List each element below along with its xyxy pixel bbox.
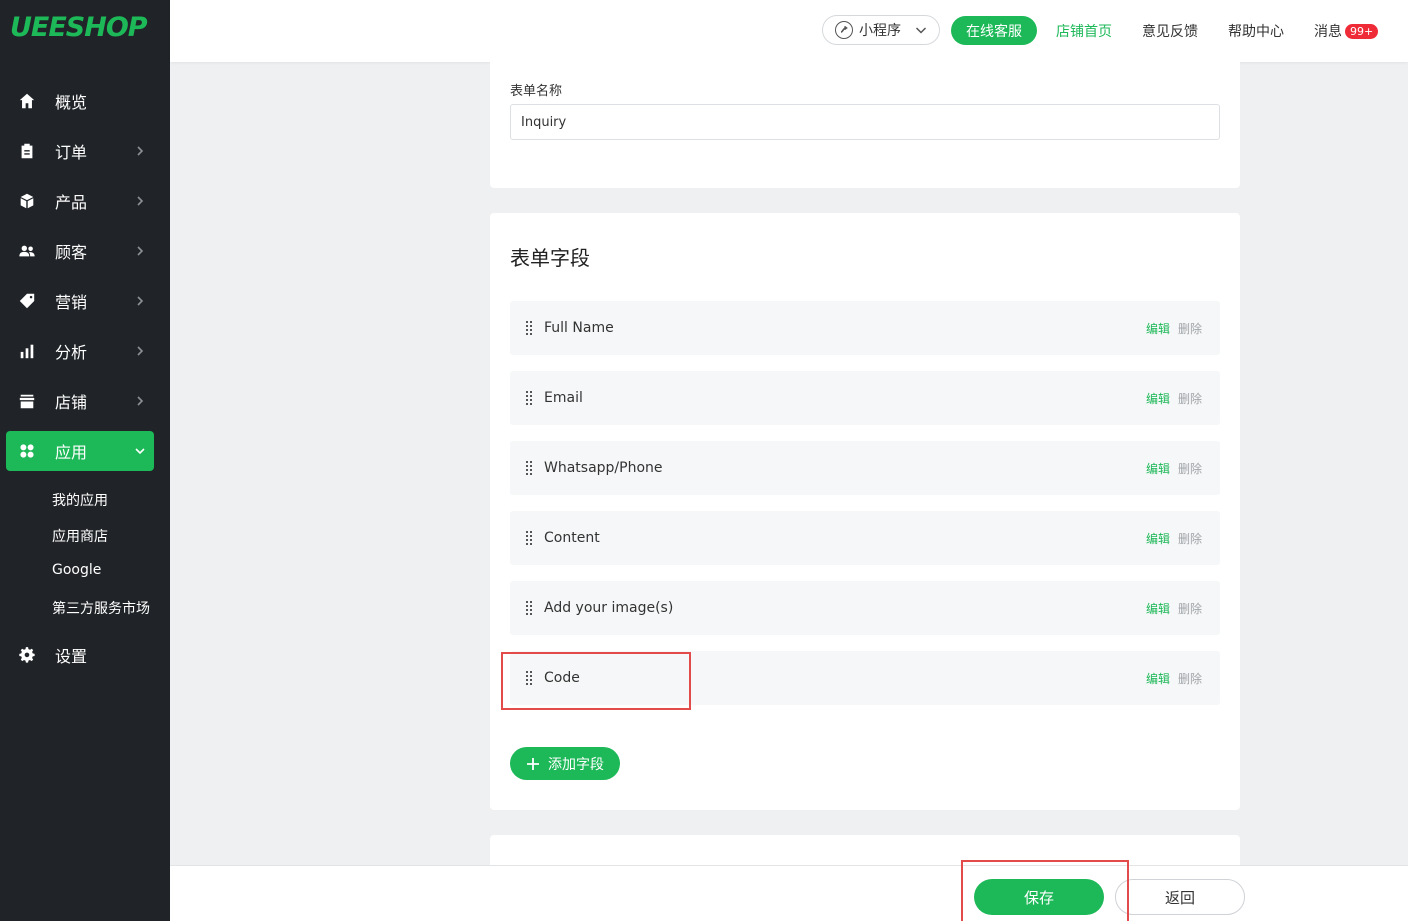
back-button[interactable]: 返回 (1115, 879, 1245, 915)
field-row[interactable]: Add your image(s) 编辑 删除 (510, 581, 1220, 635)
clipboard-icon (7, 131, 47, 171)
chevron-down-icon (915, 24, 927, 36)
sidebar-item-label: 应用 (55, 443, 88, 462)
message-count-badge: 99+ (1345, 24, 1379, 39)
delete-field-link[interactable]: 删除 (1178, 390, 1202, 407)
sidebar-subitem-app-store[interactable]: 应用商店 (52, 526, 108, 546)
chevron-down-icon (126, 446, 154, 456)
top-header: 小程序 在线客服 店铺首页 意见反馈 帮助中心 消息 99+ (170, 0, 1408, 62)
drag-handle-icon[interactable] (526, 391, 534, 405)
help-center-link[interactable]: 帮助中心 (1228, 21, 1284, 41)
box-icon (7, 181, 47, 221)
delete-field-link[interactable]: 删除 (1178, 600, 1202, 617)
edit-field-link[interactable]: 编辑 (1146, 390, 1170, 407)
mini-program-dropdown[interactable]: 小程序 (822, 15, 940, 45)
chevron-right-icon (126, 396, 154, 406)
form-name-input[interactable] (510, 104, 1220, 140)
store-home-link[interactable]: 店铺首页 (1056, 21, 1112, 41)
sidebar-subitem-google[interactable]: Google (52, 562, 101, 578)
chevron-right-icon (126, 346, 154, 356)
sidebar-item-label: 概览 (55, 93, 88, 112)
drag-handle-icon[interactable] (526, 461, 534, 475)
delete-field-link[interactable]: 删除 (1178, 460, 1202, 477)
edit-field-link[interactable]: 编辑 (1146, 600, 1170, 617)
form-fields-card: 表单字段 Full Name 编辑 删除 Email 编辑 删除 Whatsap… (490, 213, 1240, 810)
gear-icon (7, 635, 47, 675)
form-fields-title: 表单字段 (510, 246, 590, 270)
field-name: Content (544, 530, 600, 546)
highlight-box-code-field (501, 652, 691, 710)
chevron-right-icon (126, 146, 154, 156)
drag-handle-icon[interactable] (526, 601, 534, 615)
plus-icon (527, 757, 539, 770)
sidebar-item-label: 设置 (55, 647, 88, 666)
field-name: Whatsapp/Phone (544, 460, 663, 476)
sidebar-item-label: 营销 (55, 293, 88, 312)
sidebar-item-marketing[interactable]: 营销 (6, 281, 154, 321)
sidebar-item-label: 分析 (55, 343, 88, 362)
add-field-label: 添加字段 (548, 756, 604, 773)
action-footer: 保存 返回 (170, 865, 1408, 921)
ueeshop-logo[interactable]: UEESHOP (10, 12, 148, 43)
field-row[interactable]: Content 编辑 删除 (510, 511, 1220, 565)
field-row[interactable]: Whatsapp/Phone 编辑 删除 (510, 441, 1220, 495)
sidebar-item-store[interactable]: 店铺 (6, 381, 154, 421)
sidebar-item-settings[interactable]: 设置 (6, 635, 154, 675)
chevron-right-icon (126, 196, 154, 206)
sidebar-item-overview[interactable]: 概览 (6, 81, 154, 121)
edit-field-link[interactable]: 编辑 (1146, 670, 1170, 687)
chevron-right-icon (126, 296, 154, 306)
feedback-link[interactable]: 意见反馈 (1142, 21, 1198, 41)
mini-program-label: 小程序 (859, 23, 901, 39)
drag-handle-icon[interactable] (526, 531, 534, 545)
store-icon (7, 381, 47, 421)
field-name: Email (544, 390, 583, 406)
link-icon (835, 21, 853, 39)
field-row[interactable]: Email 编辑 删除 (510, 371, 1220, 425)
field-name: Add your image(s) (544, 600, 674, 616)
sidebar-item-apps[interactable]: 应用 (6, 431, 154, 471)
users-icon (7, 231, 47, 271)
messages-label: 消息 (1314, 24, 1342, 40)
chevron-right-icon (126, 246, 154, 256)
delete-field-link[interactable]: 删除 (1178, 530, 1202, 547)
sidebar-subitem-third-party[interactable]: 第三方服务市场 (52, 598, 150, 618)
sidebar-item-label: 顾客 (55, 243, 88, 262)
home-icon (7, 81, 47, 121)
tag-icon (7, 281, 47, 321)
messages-link[interactable]: 消息 99+ (1314, 21, 1379, 41)
sidebar: UEESHOP 概览 订单 产品 顾客 营销 分析 店铺 应用 我的应用 应用商… (0, 0, 170, 921)
delete-field-link[interactable]: 删除 (1178, 670, 1202, 687)
sidebar-subitem-my-apps[interactable]: 我的应用 (52, 490, 108, 510)
sidebar-item-customers[interactable]: 顾客 (6, 231, 154, 271)
online-service-button[interactable]: 在线客服 (951, 16, 1037, 45)
bar-chart-icon (7, 331, 47, 371)
add-field-button[interactable]: 添加字段 (510, 747, 620, 780)
edit-field-link[interactable]: 编辑 (1146, 460, 1170, 477)
form-name-label: 表单名称 (510, 84, 563, 99)
field-row[interactable]: Full Name 编辑 删除 (510, 301, 1220, 355)
delete-field-link[interactable]: 删除 (1178, 320, 1202, 337)
highlight-box-save (961, 860, 1129, 921)
sidebar-item-label: 产品 (55, 193, 88, 212)
drag-handle-icon[interactable] (526, 321, 534, 335)
sidebar-item-analytics[interactable]: 分析 (6, 331, 154, 371)
edit-field-link[interactable]: 编辑 (1146, 320, 1170, 337)
edit-field-link[interactable]: 编辑 (1146, 530, 1170, 547)
sidebar-item-label: 店铺 (55, 393, 88, 412)
field-name: Full Name (544, 320, 614, 336)
sidebar-item-orders[interactable]: 订单 (6, 131, 154, 171)
apps-icon (7, 431, 47, 471)
sidebar-item-label: 订单 (55, 143, 88, 162)
form-name-card: 表单名称 (490, 62, 1240, 188)
sidebar-item-products[interactable]: 产品 (6, 181, 154, 221)
